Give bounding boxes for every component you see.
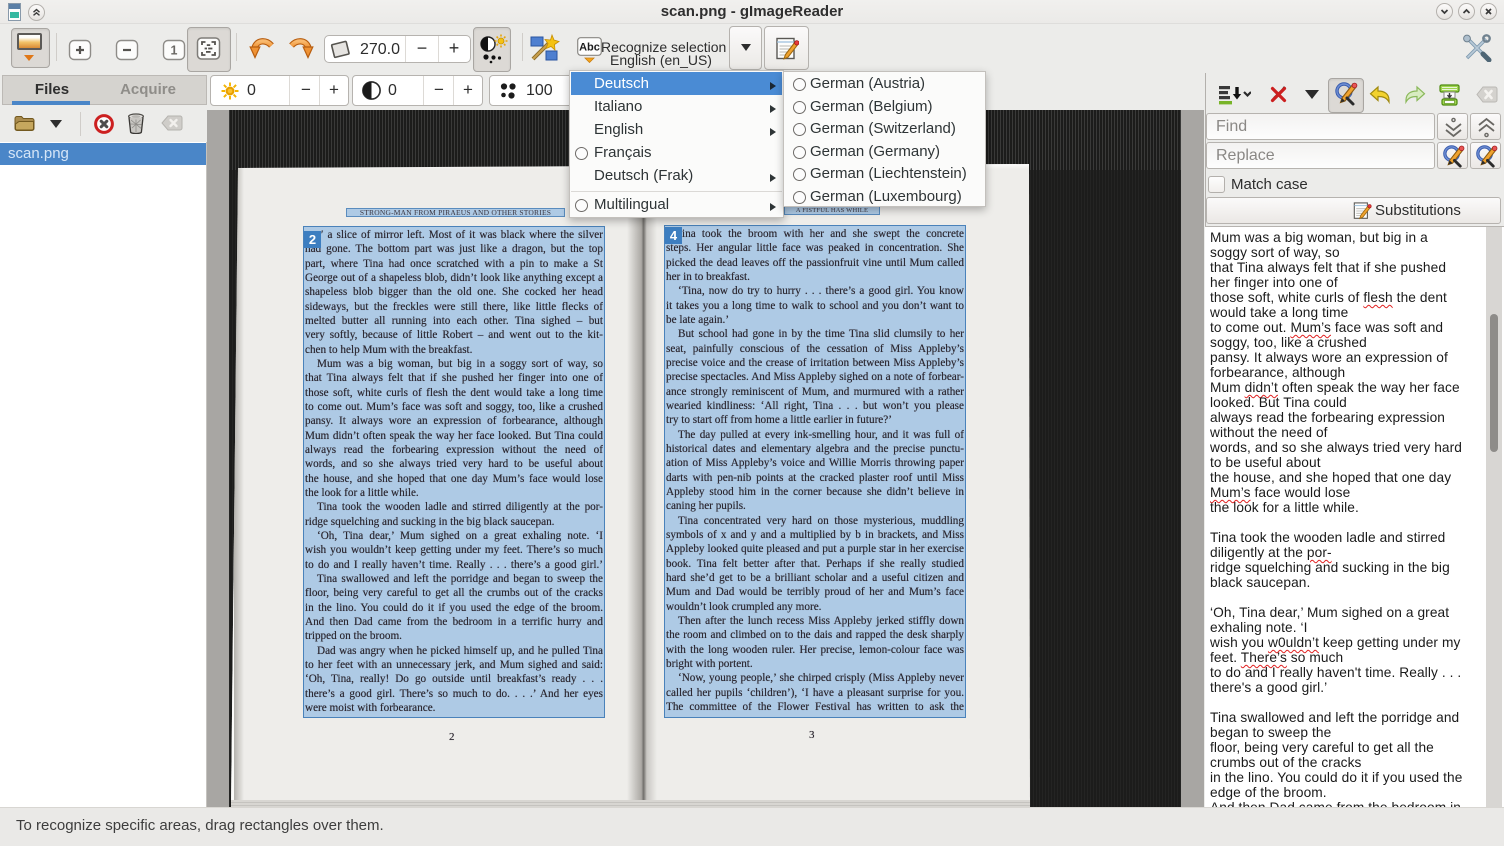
svg-text:Abc: Abc [579,42,600,54]
svg-text:1: 1 [171,44,178,58]
